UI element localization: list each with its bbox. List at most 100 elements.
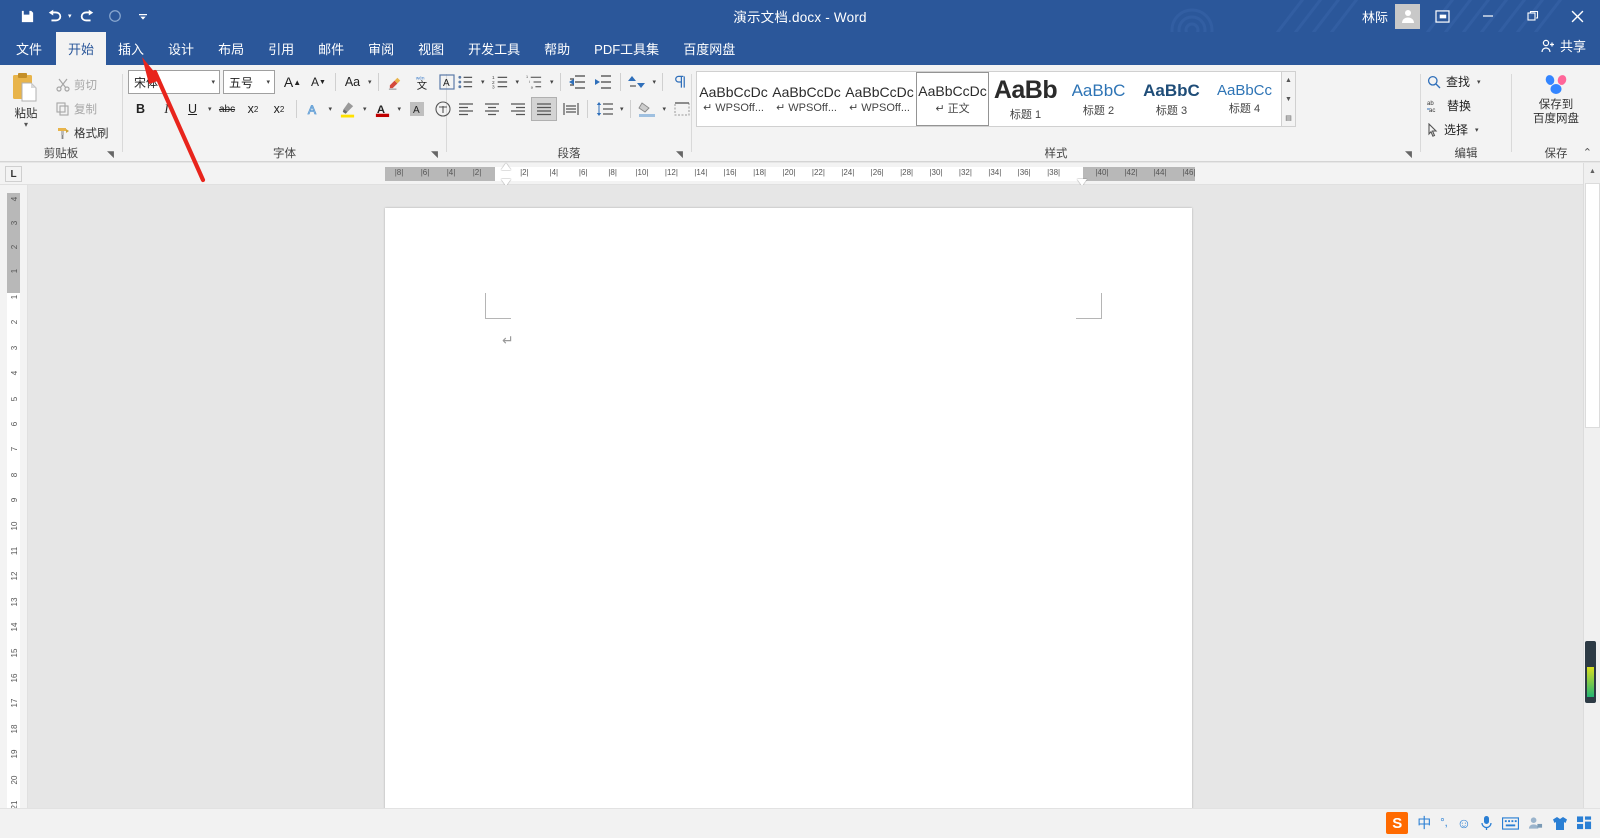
styles-scroll-down-icon[interactable]: ▼ [1282, 91, 1295, 108]
phonetic-guide-icon[interactable]: wén 文 [409, 70, 434, 94]
tab-引用[interactable]: 引用 [256, 32, 306, 65]
editing-选择[interactable]: 选择 ▾ [1427, 118, 1483, 141]
save-to-baidu-netdisk-button[interactable]: 保存到 百度网盘 [1512, 70, 1600, 126]
bold-icon[interactable]: B [128, 97, 153, 121]
customize-quick-access-icon[interactable] [130, 4, 156, 28]
sort-dropdown-icon[interactable]: ▾ [651, 78, 659, 86]
highlight-color-icon[interactable] [335, 97, 360, 121]
close-button[interactable] [1555, 0, 1600, 32]
tab-文件[interactable]: 文件 [0, 32, 56, 65]
grow-font-icon[interactable]: A ▲ [280, 70, 305, 94]
underline-dropdown-icon[interactable]: ▾ [206, 105, 214, 113]
font-color-icon[interactable]: A [370, 97, 395, 121]
change-case-icon[interactable]: Aa [340, 70, 365, 94]
decrease-indent-icon[interactable] [565, 70, 590, 94]
align-left-icon[interactable] [453, 97, 478, 121]
tab-百度网盘[interactable]: 百度网盘 [671, 32, 747, 65]
chevron-down-icon[interactable]: ▾ [211, 78, 215, 86]
sogou-logo-icon[interactable]: S [1386, 812, 1409, 834]
style-WPSOff[interactable]: AaBbCcDc ↵ WPSOff... [843, 72, 916, 126]
horizontal-ruler[interactable]: L |8| |6| |4| |2| |2| |4| |6| |8| |10| |12| |14| |1… [0, 163, 1600, 186]
numbering-icon[interactable]: 123 [488, 70, 513, 94]
styles-scroll[interactable]: ▲ ▼ ▤ [1282, 71, 1296, 127]
tab-布局[interactable]: 布局 [206, 32, 256, 65]
tab-PDF工具集[interactable]: PDF工具集 [582, 32, 671, 65]
font-name-input[interactable]: 宋体 ▾ [128, 70, 220, 94]
vertical-scrollbar[interactable]: ▲ [1583, 163, 1600, 838]
chevron-down-icon[interactable]: ▾ [266, 78, 270, 86]
ribbon-display-options-button[interactable] [1420, 0, 1465, 32]
document-canvas[interactable]: ↵ Baidu 经验 jingyan.baidu.com [28, 185, 1600, 838]
punctuation-icon[interactable]: °, [1440, 817, 1447, 829]
numbering-dropdown-icon[interactable]: ▾ [514, 78, 522, 86]
borders-icon[interactable] [669, 97, 694, 121]
multilevel-dropdown-icon[interactable]: ▾ [548, 78, 556, 86]
editing-dropdown-icon[interactable]: ▾ [1475, 78, 1483, 86]
text-effects-dropdown-icon[interactable]: ▾ [327, 105, 335, 113]
paste-button[interactable]: 粘贴 ▾ [0, 70, 52, 129]
emoji-icon[interactable]: ☺ [1457, 815, 1471, 831]
share-button[interactable]: 共享 [1541, 36, 1586, 55]
bullets-icon[interactable] [453, 70, 478, 94]
align-center-icon[interactable] [479, 97, 504, 121]
line-spacing-dropdown-icon[interactable]: ▾ [618, 105, 626, 113]
collapse-ribbon-icon[interactable]: ⌃ [1583, 146, 1592, 159]
multilevel-list-icon[interactable]: 1ia [522, 70, 547, 94]
distributed-icon[interactable] [558, 97, 583, 121]
clipboard-dialog-launcher[interactable]: ◥ [107, 150, 117, 160]
styles-dialog-launcher[interactable]: ◥ [1405, 150, 1415, 160]
undo-dropdown-icon[interactable]: ▾ [68, 12, 72, 20]
align-right-icon[interactable] [505, 97, 530, 121]
increase-indent-icon[interactable] [591, 70, 616, 94]
underline-icon[interactable]: U [180, 97, 205, 121]
sort-icon[interactable] [625, 70, 650, 94]
style-标题4[interactable]: AaBbCc 标题 4 [1208, 72, 1281, 126]
editing-dropdown-icon[interactable]: ▾ [1473, 126, 1481, 134]
scrollbar-thumb[interactable] [1585, 183, 1600, 428]
tab-开始[interactable]: 开始 [56, 32, 107, 65]
show-formatting-marks-icon[interactable] [667, 70, 692, 94]
tab-邮件[interactable]: 邮件 [306, 32, 356, 65]
tab-帮助[interactable]: 帮助 [532, 32, 582, 65]
clipboard-item-格式刷[interactable]: 格式刷 [52, 122, 113, 144]
sogou-ime-toolbar[interactable]: S 中 °, ☺ [1376, 808, 1600, 838]
vertical-ruler[interactable]: 4321123456789101112131415161718192021222… [0, 185, 28, 838]
tab-视图[interactable]: 视图 [406, 32, 456, 65]
styles-scroll-up-icon[interactable]: ▲ [1282, 72, 1295, 89]
paragraph-dialog-launcher[interactable]: ◥ [676, 150, 686, 160]
style-标题3[interactable]: AaBbC 标题 3 [1135, 72, 1208, 126]
font-size-input[interactable]: 五号 ▾ [223, 70, 275, 94]
tab-插入[interactable]: 插入 [106, 32, 156, 65]
styles-more-icon[interactable]: ▤ [1282, 109, 1295, 126]
document-page[interactable]: ↵ [385, 208, 1192, 838]
save-icon[interactable] [14, 4, 40, 28]
font-color-dropdown-icon[interactable]: ▾ [396, 105, 404, 113]
superscript-icon[interactable]: x2 [267, 97, 292, 121]
character-shading-icon[interactable]: A [404, 97, 429, 121]
editing-查找[interactable]: 查找 ▾ [1427, 70, 1483, 93]
style-标题1[interactable]: AaBb 标题 1 [989, 72, 1062, 126]
redo-icon[interactable] [74, 4, 100, 28]
style-WPSOff[interactable]: AaBbCcDc ↵ WPSOff... [770, 72, 843, 126]
tab-开发工具[interactable]: 开发工具 [456, 32, 532, 65]
vertical-ruler-track[interactable]: 4321123456789101112131415161718192021222… [7, 193, 20, 838]
shrink-font-icon[interactable]: A ▼ [306, 70, 331, 94]
restore-button[interactable] [1510, 0, 1555, 32]
bullets-dropdown-icon[interactable]: ▾ [479, 78, 487, 86]
undo-icon[interactable] [42, 4, 68, 28]
skin-icon[interactable] [1552, 816, 1568, 831]
toolbox-icon[interactable] [1577, 816, 1592, 830]
text-effects-icon[interactable]: A [301, 97, 326, 121]
font-dialog-launcher[interactable]: ◥ [431, 150, 441, 160]
tab-设计[interactable]: 设计 [156, 32, 206, 65]
horizontal-ruler-track[interactable]: |8| |6| |4| |2| |2| |4| |6| |8| |10| |12| |14| |16|… [385, 163, 1196, 186]
justify-icon[interactable] [531, 97, 557, 121]
paste-dropdown-icon[interactable]: ▾ [24, 121, 28, 129]
first-line-indent-marker[interactable] [501, 163, 511, 170]
change-case-dropdown-icon[interactable]: ▾ [366, 78, 374, 86]
avatar[interactable] [1395, 3, 1420, 29]
repeat-icon[interactable] [102, 4, 128, 28]
style-正文[interactable]: AaBbCcDc ↵ 正文 [916, 72, 989, 126]
line-spacing-icon[interactable] [592, 97, 617, 121]
scroll-up-icon[interactable]: ▲ [1584, 163, 1600, 180]
